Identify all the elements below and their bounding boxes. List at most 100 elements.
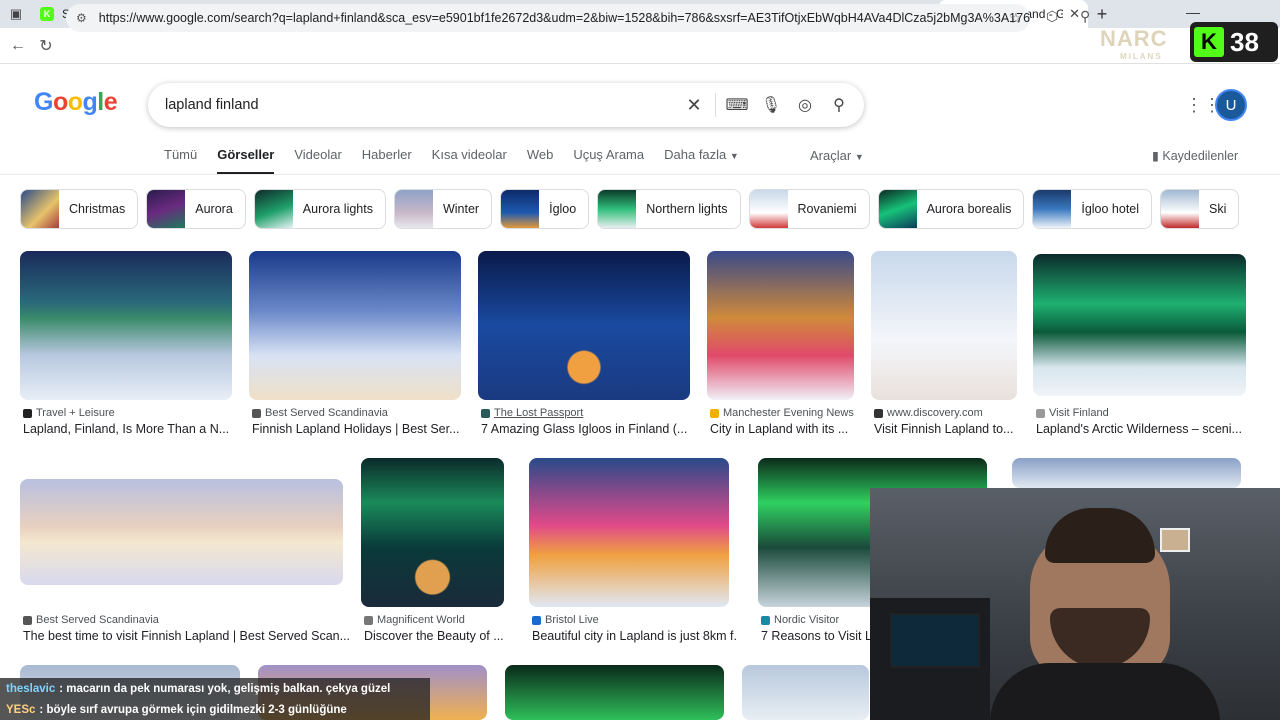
result-thumbnail[interactable] [742, 665, 869, 720]
reload-icon[interactable]: ↻ [32, 36, 60, 56]
tab-videos[interactable]: Videolar [294, 147, 341, 175]
clear-icon[interactable]: ✕ [677, 95, 711, 116]
result-source[interactable]: Best Served Scandinavia [252, 407, 388, 419]
stream-chat-overlay: theslavic: macarın da pek numarası yok, … [0, 678, 430, 720]
result-source[interactable]: www.discovery.com [874, 407, 983, 419]
image-result[interactable] [1012, 458, 1241, 488]
chip-related-search[interactable]: Christmas [20, 189, 139, 229]
chip-related-search[interactable]: Aurora lights [253, 189, 386, 229]
image-result[interactable] [505, 665, 724, 720]
tab-news[interactable]: Haberler [362, 147, 412, 175]
result-title[interactable]: Lapland's Arctic Wilderness – sceni... [1036, 422, 1255, 436]
tab-more[interactable]: Daha fazla ▼ [664, 147, 739, 175]
search-box[interactable]: lapland finland ✕ ⌨ 🎙 ◎ ⚲ [148, 83, 864, 127]
tab-actions-icon[interactable]: ▣ [0, 6, 32, 22]
search-input[interactable]: lapland finland [165, 97, 677, 113]
tab-images[interactable]: Görseller [217, 147, 275, 175]
result-title[interactable]: City in Lapland with its ... [710, 422, 863, 436]
chip-related-search[interactable]: Aurora [146, 189, 246, 229]
k38-number: 38 [1230, 26, 1259, 57]
image-result[interactable]: Magnificent World Discover the Beauty of … [361, 458, 504, 648]
result-source[interactable]: The Lost Passport [481, 407, 583, 419]
result-thumbnail[interactable] [707, 251, 854, 400]
tab-short-videos[interactable]: Kısa videolar [432, 147, 507, 175]
result-thumbnail[interactable] [249, 251, 461, 400]
result-source[interactable]: Travel + Leisure [23, 407, 115, 419]
result-source[interactable]: Magnificent World [364, 614, 465, 626]
bookmark-star-icon[interactable]: ☆ [1009, 10, 1022, 27]
chat-message: YESc: böyle sırf avrupa görmek için gidi… [6, 703, 347, 716]
chip-related-search[interactable]: Rovaniemi [748, 189, 870, 229]
site-info-icon[interactable]: ⚙ [76, 11, 87, 25]
image-result[interactable]: Visit Finland Lapland's Arctic Wilderness… [1033, 254, 1246, 444]
chip-thumbnail [394, 190, 433, 228]
chip-related-search[interactable]: İgloo [500, 189, 590, 229]
result-thumbnail[interactable] [20, 251, 232, 400]
result-source[interactable]: Manchester Evening News [710, 407, 854, 419]
tab-all[interactable]: Tümü [164, 147, 197, 175]
result-thumbnail[interactable] [1012, 458, 1241, 488]
tab-web[interactable]: Web [527, 147, 554, 175]
source-favicon-icon [364, 615, 373, 625]
result-thumbnail[interactable] [478, 251, 690, 400]
chip-label: İgloo [549, 202, 577, 216]
chip-related-search[interactable]: Aurora borealis [877, 189, 1025, 229]
result-title[interactable]: Lapland, Finland, Is More Than a N... [23, 422, 241, 436]
image-result[interactable]: Bristol Live Beautiful city in Lapland is… [529, 458, 738, 648]
profile-extension-icon[interactable]: ⚲ [1080, 8, 1090, 25]
result-thumbnail[interactable] [1033, 254, 1246, 396]
result-title[interactable]: The best time to visit Finnish Lapland |… [23, 629, 352, 643]
tab-favicon-icon: K [40, 7, 54, 21]
tab-flights[interactable]: Uçuş Arama [573, 147, 644, 175]
url-bar[interactable]: ⚙ https://www.google.com/search?q=laplan… [66, 4, 1030, 32]
back-icon[interactable]: ← [4, 37, 32, 55]
chip-related-search[interactable]: Ski [1160, 189, 1240, 229]
image-result[interactable]: Best Served Scandinavia Finnish Lapland H… [249, 251, 461, 441]
google-logo[interactable]: Google [34, 88, 118, 117]
result-thumbnail[interactable] [361, 458, 504, 607]
image-result[interactable]: www.discovery.com Visit Finnish Lapland t… [871, 251, 1017, 441]
source-favicon-icon [23, 615, 32, 625]
result-source[interactable]: Visit Finland [1036, 407, 1109, 419]
result-title[interactable]: 7 Amazing Glass Igloos in Finland (... [481, 422, 699, 436]
url-text: https://www.google.com/search?q=lapland+… [98, 11, 1030, 25]
close-tab-icon[interactable]: ✕ [1069, 6, 1080, 22]
saved-button[interactable]: ▮ Kaydedilenler [1152, 148, 1238, 163]
chip-label: İgloo hotel [1081, 202, 1140, 216]
result-title[interactable]: Visit Finnish Lapland to... [874, 422, 1026, 436]
result-thumbnail[interactable] [505, 665, 724, 720]
avatar[interactable]: U [1215, 89, 1247, 121]
result-title[interactable]: Beautiful city in Lapland is just 8km f.… [532, 629, 738, 643]
lens-icon[interactable]: ◎ [788, 95, 822, 115]
image-result[interactable]: Travel + Leisure Lapland, Finland, Is Mor… [20, 251, 232, 441]
result-title[interactable]: Finnish Lapland Holidays | Best Ser... [252, 422, 470, 436]
chip-label: Ski [1209, 202, 1227, 216]
image-result[interactable]: Manchester Evening News City in Lapland w… [707, 251, 854, 441]
result-thumbnail[interactable] [529, 458, 729, 607]
result-thumbnail[interactable] [20, 479, 343, 585]
image-result[interactable]: The Lost Passport 7 Amazing Glass Igloos … [478, 251, 690, 441]
result-title[interactable]: Discover the Beauty of ... [364, 629, 513, 643]
bookmark-icon: ▮ [1152, 149, 1159, 163]
chip-related-search[interactable]: Northern lights [597, 189, 741, 229]
chip-related-search[interactable]: Winter [393, 189, 493, 229]
image-result[interactable] [742, 665, 869, 720]
result-source[interactable]: Nordic Visitor [761, 614, 839, 626]
chip-label: Aurora borealis [926, 202, 1012, 216]
result-source[interactable]: Best Served Scandinavia [23, 614, 159, 626]
result-thumbnail[interactable] [871, 251, 1017, 400]
extensions-icon[interactable]: ⬡ [1046, 8, 1058, 25]
tools-button[interactable]: Araçlar ▼ [810, 148, 864, 163]
chip-thumbnail [1161, 190, 1200, 228]
minimize-button[interactable]: — [1186, 4, 1200, 20]
chat-message: theslavic: macarın da pek numarası yok, … [6, 682, 391, 695]
keyboard-icon[interactable]: ⌨ [720, 95, 754, 115]
chevron-down-icon: ▼ [854, 152, 864, 162]
microphone-icon[interactable]: 🎙 [754, 95, 788, 115]
source-favicon-icon [761, 615, 770, 625]
new-tab-button[interactable]: + [1088, 4, 1116, 25]
image-result[interactable]: Best Served Scandinavia The best time to … [20, 479, 350, 669]
chip-related-search[interactable]: İgloo hotel [1032, 189, 1153, 229]
search-icon[interactable]: ⚲ [822, 95, 856, 115]
result-source[interactable]: Bristol Live [532, 614, 599, 626]
